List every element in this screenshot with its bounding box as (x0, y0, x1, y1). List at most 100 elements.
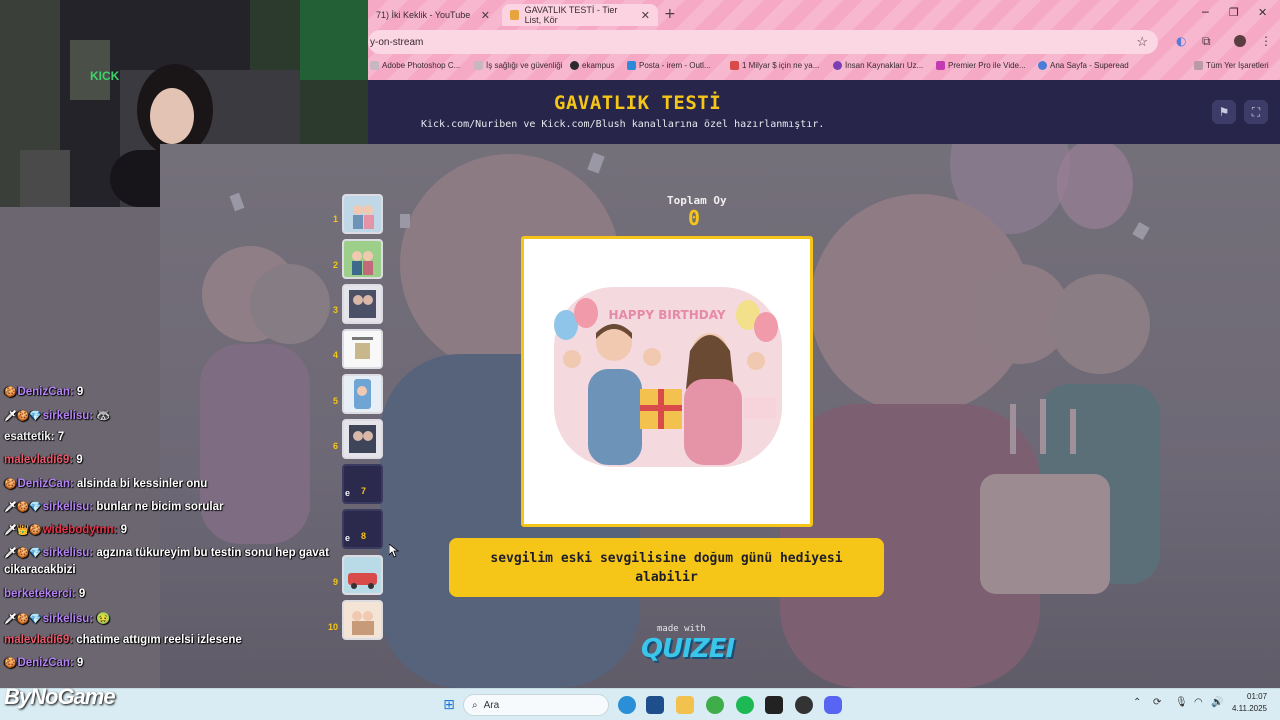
bookmark-item[interactable]: 1 Milyar $ için ne ya... (730, 61, 819, 70)
microphone-icon[interactable]: 🎙 (1175, 697, 1188, 708)
chrome-icon[interactable] (706, 696, 724, 714)
new-tab-button[interactable]: + (664, 6, 676, 22)
bookmark-label: İnsan Kaynakları Uz... (845, 61, 924, 70)
bookmark-icon (474, 61, 483, 70)
file-explorer-icon[interactable] (676, 696, 694, 714)
tray-sync-icon[interactable]: ⟳ (1153, 697, 1161, 708)
report-flag-button[interactable]: ⚑ (1212, 100, 1236, 124)
fullscreen-button[interactable]: ⛶ (1244, 100, 1268, 124)
bookmark-label: ekampus (582, 61, 615, 70)
bookmark-item[interactable]: İş sağlığı ve güvenliği (474, 61, 563, 70)
close-icon[interactable]: ✕ (481, 9, 490, 22)
bookmark-label: Adobe Photoshop C... (382, 61, 461, 70)
clock-date[interactable]: 4.11.2025 (1232, 704, 1267, 713)
chat-message: 🗡🍪💎sirkelisu: bunlar ne bicim sorular (4, 501, 223, 513)
chat-username: DenizCan: (17, 657, 74, 669)
bookmark-star-icon[interactable]: ☆ (1136, 34, 1148, 50)
window-close-icon[interactable]: ✕ (1258, 6, 1267, 19)
badge-icon: 🍪 (4, 387, 17, 398)
edge-icon[interactable] (618, 696, 636, 714)
address-bar[interactable]: y-on-stream ☆ (368, 30, 1158, 54)
bookmark-item[interactable]: Premier Pro ile Vide... (936, 61, 1026, 70)
windows-start-icon[interactable]: ⊞ (440, 696, 458, 714)
thumbnail-number: 3 (332, 305, 338, 315)
bookmark-item[interactable]: ekampus (570, 61, 614, 70)
chat-text: 9 (76, 386, 84, 398)
clock-time[interactable]: 01:07 (1247, 692, 1267, 701)
more-menu-icon[interactable]: ⋮ (1260, 34, 1272, 48)
bookmark-item[interactable]: Posta - irem - Outl... (627, 61, 711, 70)
thumbnail-2[interactable] (342, 239, 383, 279)
store-icon[interactable] (646, 696, 664, 714)
thumbnail-number: 1 (332, 214, 338, 224)
chat-text: 9 (76, 454, 83, 466)
tab-youtube-label: 71) İki Keklik - YouTube (376, 10, 471, 20)
wifi-icon[interactable]: ◠ (1194, 697, 1203, 708)
chat-message: 🍪DenizCan: alsinda bi kessinler onu (4, 478, 207, 490)
thumbnail-number: 9 (332, 577, 338, 587)
quiz-area: Toplam Oy 0 HAPPY BIRTHDAY sevgilim eski (160, 144, 1280, 688)
volume-icon[interactable]: 🔊 (1211, 697, 1223, 708)
bookmark-item[interactable]: Ana Sayfa - Superead (1038, 61, 1129, 70)
all-bookmarks-item[interactable]: Tüm Yer İşaretleri (1194, 61, 1269, 70)
thumbnail-3[interactable] (342, 284, 383, 324)
thumbnail-1[interactable] (342, 194, 383, 234)
thumbnail-9[interactable] (342, 555, 383, 595)
thumbnail-7[interactable]: e 7 (342, 464, 383, 504)
quizei-logo[interactable]: QUIZEI (641, 634, 735, 664)
bookmark-item[interactable]: İnsan Kaynakları Uz... (833, 61, 923, 70)
thumbnail-8[interactable]: e 8 (342, 509, 383, 549)
thumbnail-number: 10 (327, 622, 338, 632)
close-icon[interactable]: ✕ (641, 9, 650, 22)
tab-youtube[interactable]: 71) İki Keklik - YouTube ✕ (368, 4, 498, 26)
extension-icon[interactable]: ◐ (1176, 34, 1186, 48)
extensions-puzzle-icon[interactable]: ⧉ (1202, 34, 1211, 49)
chat-text: 9 (76, 657, 84, 669)
bookmarks-bar: Adobe Photoshop C... İş sağlığı ve güven… (368, 58, 1280, 76)
chat-message: malevladi69: chatime attıgım reelsi izle… (4, 634, 242, 646)
bookmark-label: İş sağlığı ve güvenliği (486, 61, 563, 70)
obs-icon[interactable] (765, 696, 783, 714)
bookmark-label: 1 Milyar $ için ne ya... (742, 61, 820, 70)
chat-text: 7 (57, 431, 65, 443)
thumbnail-image (344, 376, 381, 412)
taskbar-search[interactable]: ⌕ Ara (463, 694, 609, 716)
chat-username: esattetik: (4, 431, 55, 443)
statement-text: sevgilim eski sevgilisine doğum günü hed… (490, 550, 843, 585)
chat-username: DenizCan: (17, 386, 74, 398)
bookmark-icon (833, 61, 842, 70)
chat-text: 🦝 (96, 410, 111, 422)
app-icon[interactable] (795, 696, 813, 714)
thumbnail-6[interactable] (342, 419, 383, 459)
thumbnail-number: 5 (332, 396, 338, 406)
thumbnail-4[interactable] (342, 329, 383, 369)
fullscreen-icon: ⛶ (1251, 104, 1261, 119)
made-with-label: made with (657, 624, 706, 634)
thumbnail-number: 8 (361, 531, 367, 541)
chat-username: DenizCan: (17, 478, 74, 490)
svg-text:KICK: KICK (90, 69, 120, 83)
bookmark-label: Ana Sayfa - Superead (1050, 61, 1129, 70)
search-icon: ⌕ (472, 699, 478, 711)
thumbnail-image (344, 557, 381, 593)
page-subtitle: Kick.com/Nuriben ve Kick.com/Blush kanal… (421, 119, 825, 130)
minimize-icon[interactable]: ─ (1202, 6, 1209, 19)
thumbnail-image (344, 196, 381, 232)
bynogame-logo: ByNoGame (4, 684, 116, 709)
profile-avatar[interactable] (1234, 35, 1246, 47)
chat-message-continuation: cikaracakbizi (4, 564, 76, 576)
happy-birthday-banner: HAPPY BIRTHDAY (608, 308, 725, 322)
restore-icon[interactable]: ❐ (1229, 6, 1239, 19)
flag-icon: ⚑ (1218, 105, 1230, 119)
tab-quiz[interactable]: GAVATLIK TESTİ - Tier List, Kör ✕ (502, 4, 658, 26)
thumbnail-5[interactable] (342, 374, 383, 414)
chat-username: sirkelisu: (42, 613, 94, 625)
discord-icon[interactable] (824, 696, 842, 714)
question-image-card: HAPPY BIRTHDAY (521, 236, 813, 527)
thumbnail-10[interactable] (342, 600, 383, 640)
badge-icon: 🗡🍪💎 (4, 548, 42, 559)
bookmark-item[interactable]: Adobe Photoshop C... (370, 61, 460, 70)
spotify-icon[interactable] (736, 696, 754, 714)
tray-chevron-icon[interactable]: ⌃ (1133, 697, 1141, 708)
url-text: y-on-stream (370, 36, 424, 48)
